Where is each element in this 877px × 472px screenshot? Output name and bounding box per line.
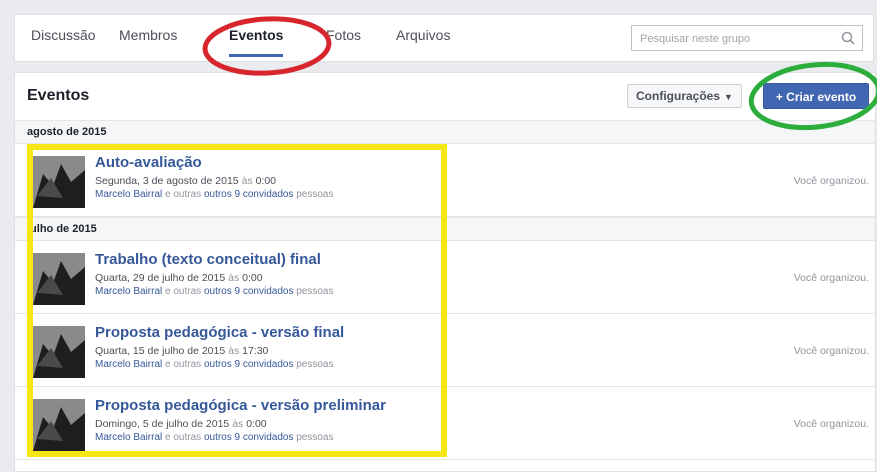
event-at-text: às	[228, 345, 240, 357]
event-at-text: às	[241, 175, 253, 187]
event-guests: Marcelo Bairral e outras outros 9 convid…	[95, 432, 334, 443]
host-link[interactable]: Marcelo Bairral	[95, 189, 162, 200]
guests-link[interactable]: outros 9 convidados	[204, 432, 294, 443]
tab-arquivos[interactable]: Arquivos	[396, 15, 450, 61]
event-time: 0:00	[242, 272, 263, 284]
search-input[interactable]	[638, 27, 842, 51]
group-search-box[interactable]	[631, 25, 863, 51]
event-date-text: Segunda, 3 de agosto de 2015	[95, 175, 239, 187]
month-header-august: agosto de 2015	[15, 120, 875, 144]
event-guests: Marcelo Bairral e outras outros 9 convid…	[95, 286, 334, 297]
tab-eventos[interactable]: Eventos	[229, 15, 284, 61]
event-date: Quarta, 15 de julho de 2015 às 17:30	[95, 345, 268, 357]
event-guests: Marcelo Bairral e outras outros 9 convid…	[95, 189, 334, 200]
event-thumbnail-image[interactable]	[33, 253, 85, 305]
panel-title: Eventos	[27, 87, 90, 104]
guests-end: pessoas	[296, 286, 334, 297]
event-date-text: Quarta, 29 de julho de 2015	[95, 272, 226, 284]
event-at-text: às	[228, 272, 240, 284]
event-status: Você organizou.	[793, 272, 869, 284]
host-link[interactable]: Marcelo Bairral	[95, 286, 162, 297]
event-time: 0:00	[255, 175, 277, 187]
event-row[interactable]: Proposta pedagógica - versão preliminar …	[15, 387, 875, 460]
event-date: Quarta, 29 de julho de 2015 às 0:00	[95, 272, 263, 284]
event-guests: Marcelo Bairral e outras outros 9 convid…	[95, 359, 334, 370]
event-title-link[interactable]: Auto-avaliação	[95, 154, 202, 171]
event-title-link[interactable]: Proposta pedagógica - versão final	[95, 324, 344, 341]
host-link[interactable]: Marcelo Bairral	[95, 359, 162, 370]
event-time: 0:00	[246, 418, 267, 430]
event-status: Você organizou.	[793, 345, 869, 357]
guests-mid: e outras	[165, 286, 202, 297]
settings-label: Configurações	[636, 89, 721, 103]
settings-dropdown-button[interactable]: Configurações ▼	[627, 84, 742, 108]
event-at-text: às	[232, 418, 244, 430]
month-header-july: julho de 2015	[15, 217, 875, 241]
event-title-link[interactable]: Proposta pedagógica - versão preliminar	[95, 397, 386, 414]
guests-end: pessoas	[296, 189, 334, 200]
event-thumbnail-image[interactable]	[33, 326, 85, 378]
event-title-link[interactable]: Trabalho (texto conceitual) final	[95, 251, 321, 268]
search-icon[interactable]	[840, 30, 856, 46]
guests-end: pessoas	[296, 432, 334, 443]
event-date: Domingo, 5 de julho de 2015 às 0:00	[95, 418, 267, 430]
event-status: Você organizou.	[793, 418, 869, 430]
events-panel: Eventos Configurações ▼ + Criar evento ag…	[14, 72, 876, 472]
guests-mid: e outras	[165, 432, 202, 443]
event-row[interactable]: Trabalho (texto conceitual) final Quarta…	[15, 241, 875, 314]
event-status: Você organizou.	[793, 175, 869, 187]
create-event-button[interactable]: + Criar evento	[763, 83, 869, 109]
host-link[interactable]: Marcelo Bairral	[95, 432, 162, 443]
guests-link[interactable]: outros 9 convidados	[204, 189, 294, 200]
guests-link[interactable]: outros 9 convidados	[204, 286, 294, 297]
guests-mid: e outras	[165, 189, 202, 200]
event-row[interactable]: Proposta pedagógica - versão final Quart…	[15, 314, 875, 387]
event-date-text: Quarta, 15 de julho de 2015	[95, 345, 226, 357]
event-thumbnail-image[interactable]	[33, 156, 85, 208]
event-thumbnail-image[interactable]	[33, 399, 85, 451]
event-row[interactable]: Auto-avaliação Segunda, 3 de agosto de 2…	[15, 144, 875, 217]
event-time: 17:30	[242, 345, 269, 357]
group-tab-bar: Discussão Membros Eventos Fotos Arquivos	[14, 14, 874, 62]
tab-membros[interactable]: Membros	[119, 15, 177, 61]
tab-discussao[interactable]: Discussão	[31, 15, 96, 61]
chevron-down-icon: ▼	[724, 92, 733, 102]
guests-end: pessoas	[296, 359, 334, 370]
guests-mid: e outras	[165, 359, 202, 370]
tab-fotos[interactable]: Fotos	[326, 15, 361, 61]
event-date-text: Domingo, 5 de julho de 2015	[95, 418, 230, 430]
guests-link[interactable]: outros 9 convidados	[204, 359, 294, 370]
event-date: Segunda, 3 de agosto de 2015 às 0:00	[95, 175, 276, 187]
